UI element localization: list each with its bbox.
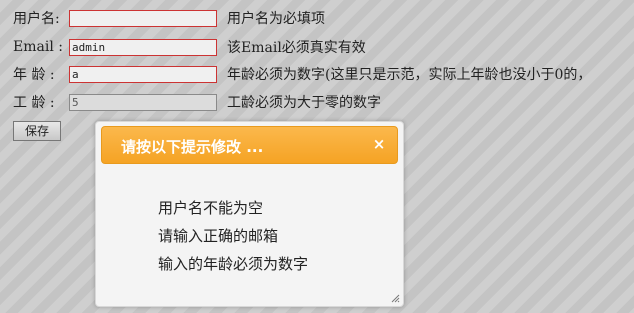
dialog-message: 用户名不能为空 [158,199,264,217]
work-age-row: 工 龄 : 5 工龄必须为大于零的数字 [13,92,381,112]
validation-dialog: 请按以下提示修改 ... × 用户名不能为空 请输入正确的邮箱 输入的年龄必须为… [95,121,404,307]
email-hint: 该Email必须真实有效 [227,40,366,56]
age-row: 年 龄 : a 年龄必须为数字(这里只是示范，实际上年龄也没小于0的， [13,64,591,84]
resize-grip-icon[interactable] [390,293,400,303]
email-input[interactable]: admin [69,38,217,56]
username-label: 用户名: [13,11,60,27]
dialog-message: 请输入正确的邮箱 [158,227,279,245]
save-button[interactable]: 保存 [13,121,61,141]
age-label: 年 龄 : [13,67,55,83]
dialog-messages: 用户名不能为空 请输入正确的邮箱 输入的年龄必须为数字 [158,194,308,278]
username-hint: 用户名为必填项 [227,11,325,27]
dialog-header[interactable]: 请按以下提示修改 ... × [101,126,398,164]
work-age-label: 工 龄 : [13,95,55,111]
email-row: Email : admin 该Email必须真实有效 [13,37,366,57]
work-age-hint: 工龄必须为大于零的数字 [227,95,381,111]
work-age-input[interactable]: 5 [69,93,217,111]
email-label: Email : [13,39,63,55]
age-input[interactable]: a [69,65,217,83]
username-input[interactable] [69,9,217,27]
dialog-message: 输入的年龄必须为数字 [158,255,309,273]
dialog-title: 请按以下提示修改 ... [121,138,264,156]
username-row: 用户名: 用户名为必填项 [13,8,325,28]
age-hint: 年龄必须为数字(这里只是示范，实际上年龄也没小于0的， [227,67,592,83]
close-icon[interactable]: × [372,137,386,152]
